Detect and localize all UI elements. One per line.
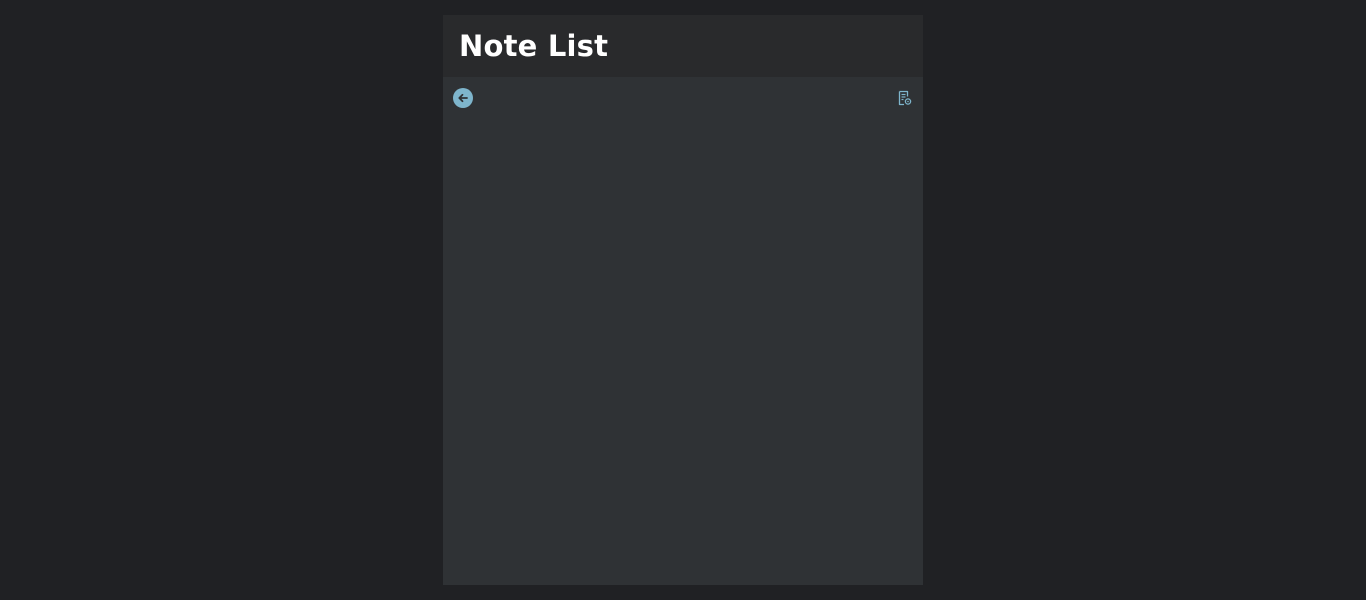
note-settings-icon	[898, 90, 912, 106]
header: Note List	[443, 15, 923, 77]
toolbar	[443, 77, 923, 117]
note-list-panel: Note List	[443, 15, 923, 585]
notes-settings-button[interactable]	[897, 90, 913, 106]
back-button[interactable]	[453, 88, 473, 108]
page-title: Note List	[459, 29, 609, 63]
arrow-left-circle-icon	[453, 88, 473, 108]
note-list	[443, 117, 923, 585]
